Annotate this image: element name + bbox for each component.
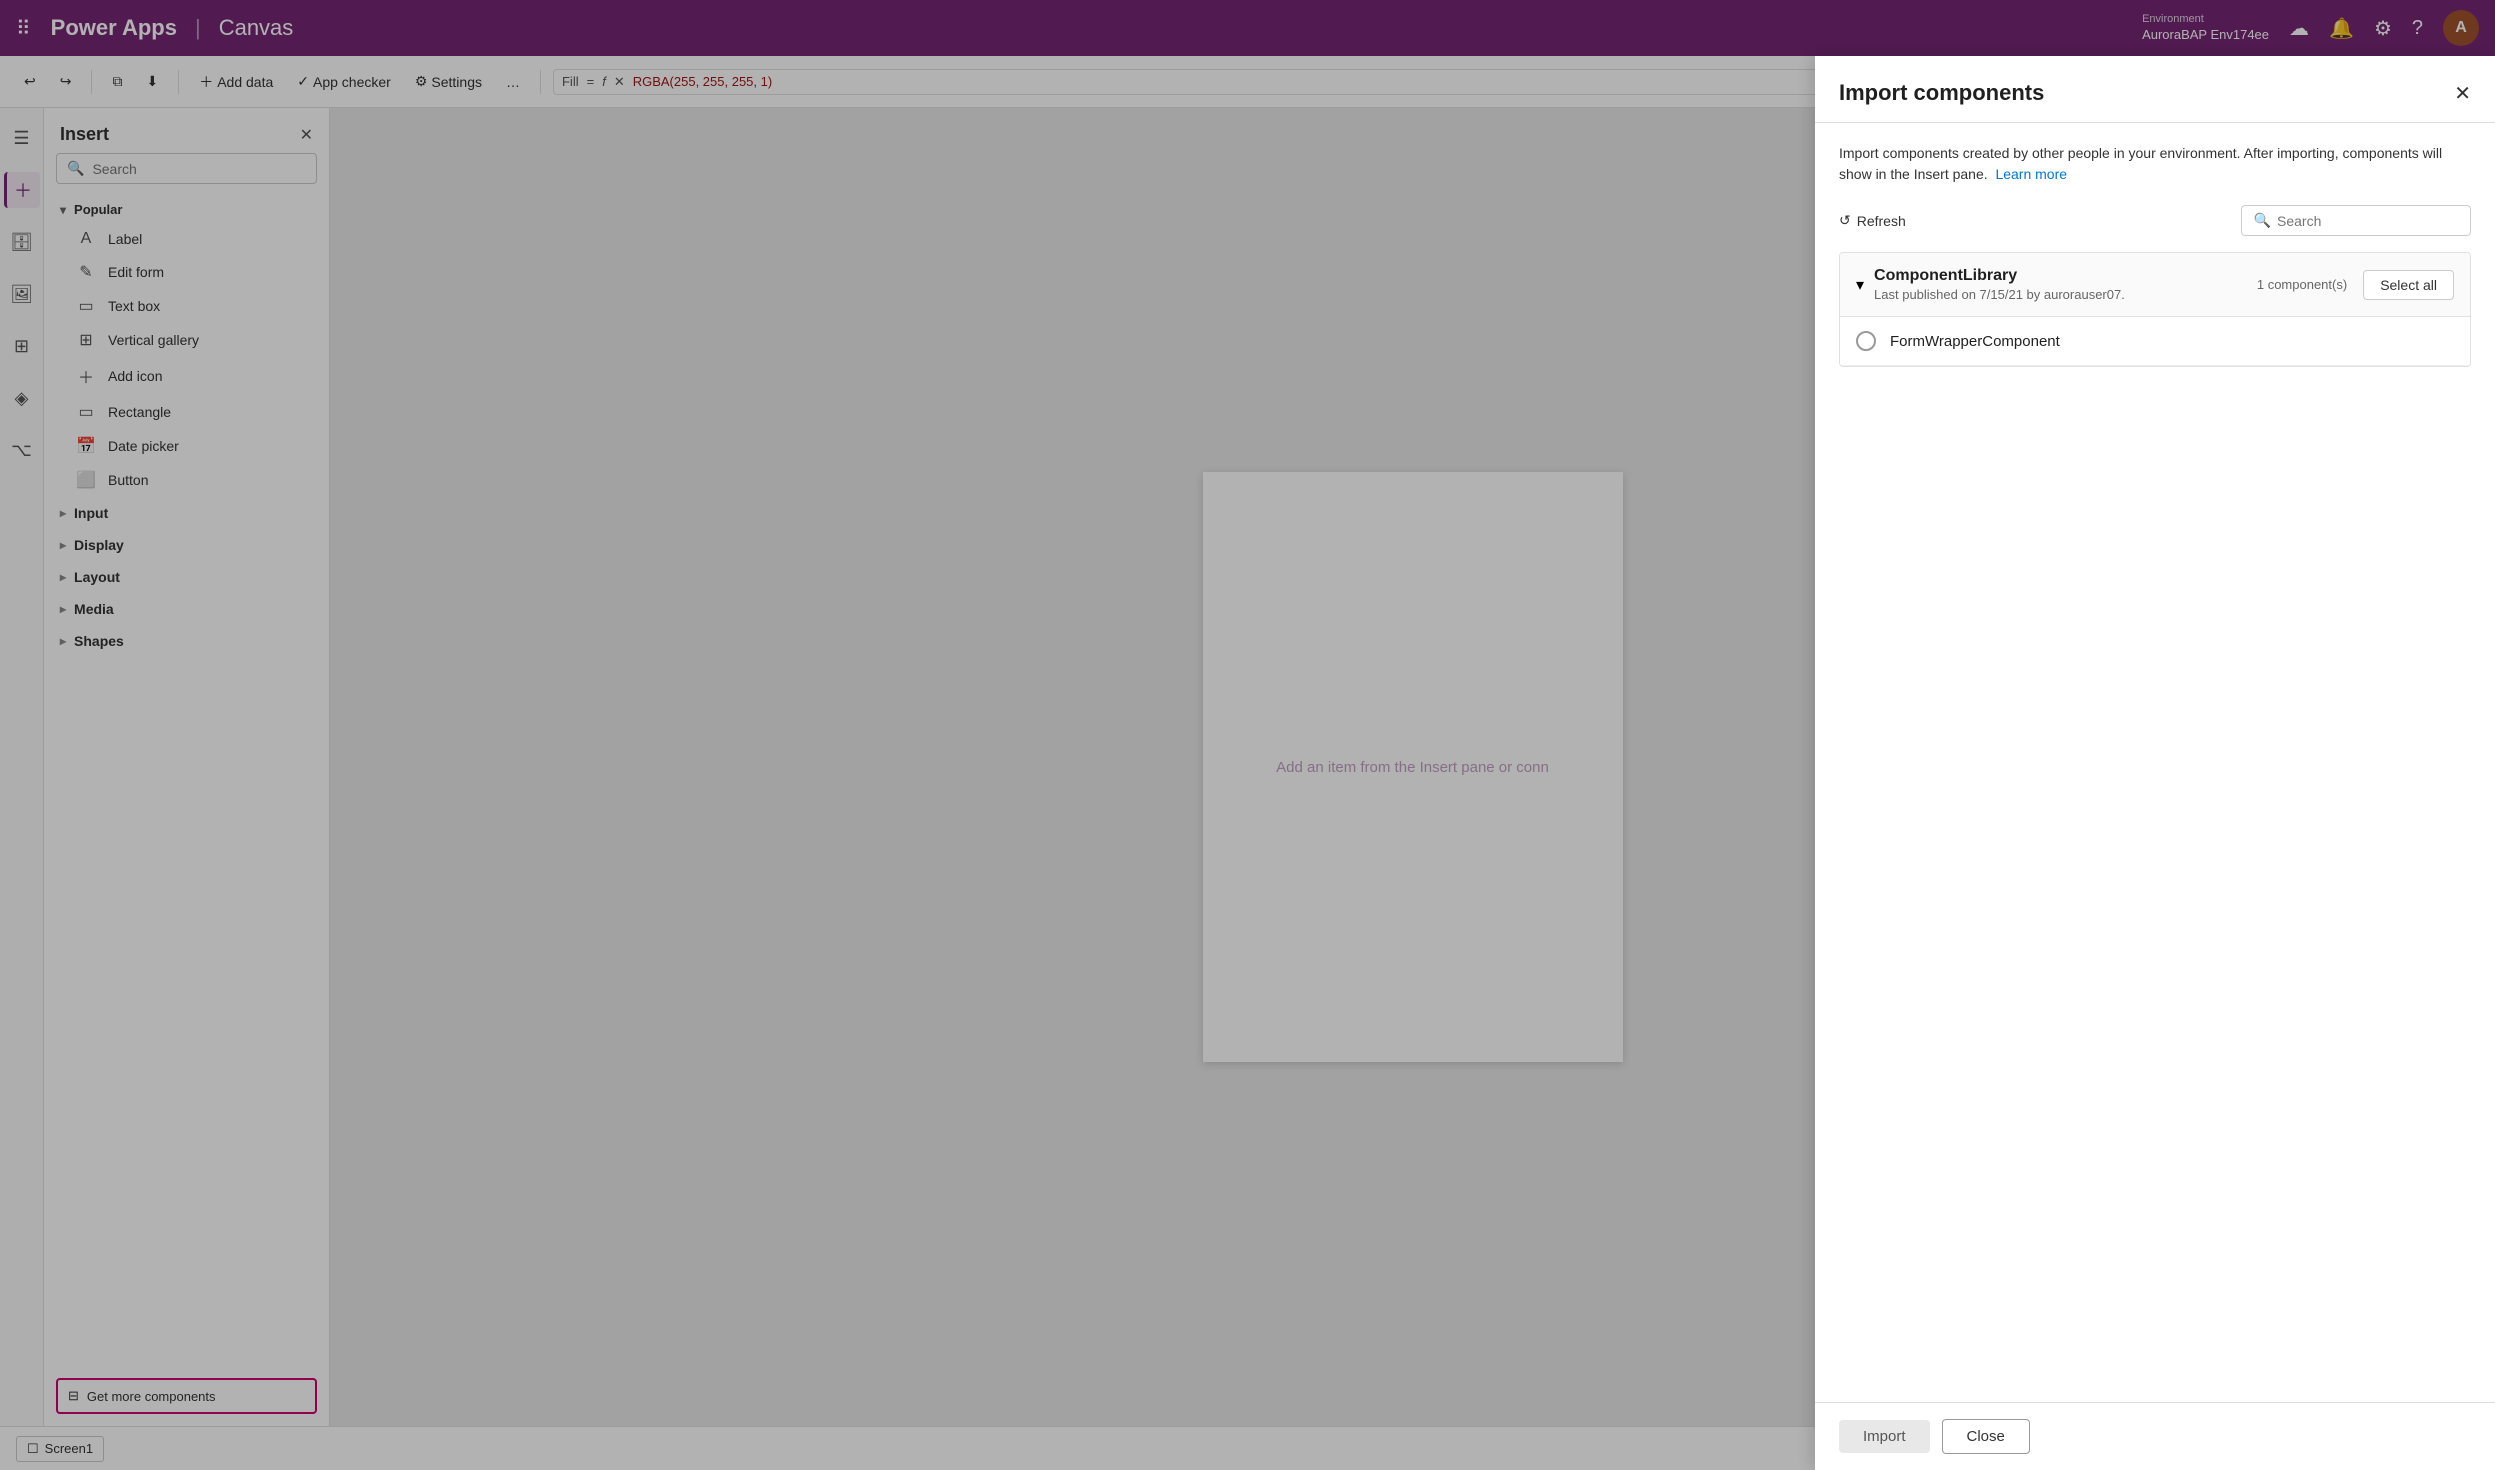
modal-footer: Import Close [1815,1402,2495,1470]
library-section: ComponentLibrary Last published on 7/15/… [1839,252,2471,367]
import-components-panel: Import components ✕ Import components cr… [1815,56,2495,1470]
library-count: 1 component(s) [2257,277,2347,292]
modal-close-button[interactable]: ✕ [2454,81,2471,106]
library-chevron-icon[interactable] [1856,275,1864,295]
modal-overlay: Import components ✕ Import components cr… [0,0,2495,1470]
refresh-label: Refresh [1857,213,1906,229]
import-button[interactable]: Import [1839,1420,1930,1453]
formwrapper-radio[interactable] [1856,331,1876,351]
select-all-button[interactable]: Select all [2363,270,2454,300]
modal-description: Import components created by other peopl… [1839,143,2471,185]
refresh-icon: ↺ [1839,212,1851,229]
library-item-formwrapper: FormWrapperComponent [1840,317,2470,366]
modal-search-bar[interactable]: 🔍 [2241,205,2471,236]
modal-search-icon: 🔍 [2254,212,2271,229]
library-name: ComponentLibrary [1874,267,2125,285]
modal-header: Import components ✕ [1815,56,2495,123]
modal-body: Import components created by other peopl… [1815,123,2495,1402]
modal-title: Import components [1839,80,2044,106]
refresh-button[interactable]: ↺ Refresh [1839,212,1906,229]
library-header-left: ComponentLibrary Last published on 7/15/… [1856,267,2125,302]
close-button[interactable]: Close [1942,1419,2030,1454]
modal-search-input[interactable] [2277,213,2458,229]
library-meta: Last published on 7/15/21 by aurorauser0… [1874,287,2125,302]
modal-description-text: Import components created by other peopl… [1839,145,2442,182]
library-info: ComponentLibrary Last published on 7/15/… [1874,267,2125,302]
learn-more-link[interactable]: Learn more [1995,166,2067,182]
library-header: ComponentLibrary Last published on 7/15/… [1840,253,2470,317]
modal-actions-top: ↺ Refresh 🔍 [1839,205,2471,236]
formwrapper-name: FormWrapperComponent [1890,333,2060,350]
library-header-right: 1 component(s) Select all [2257,270,2454,300]
